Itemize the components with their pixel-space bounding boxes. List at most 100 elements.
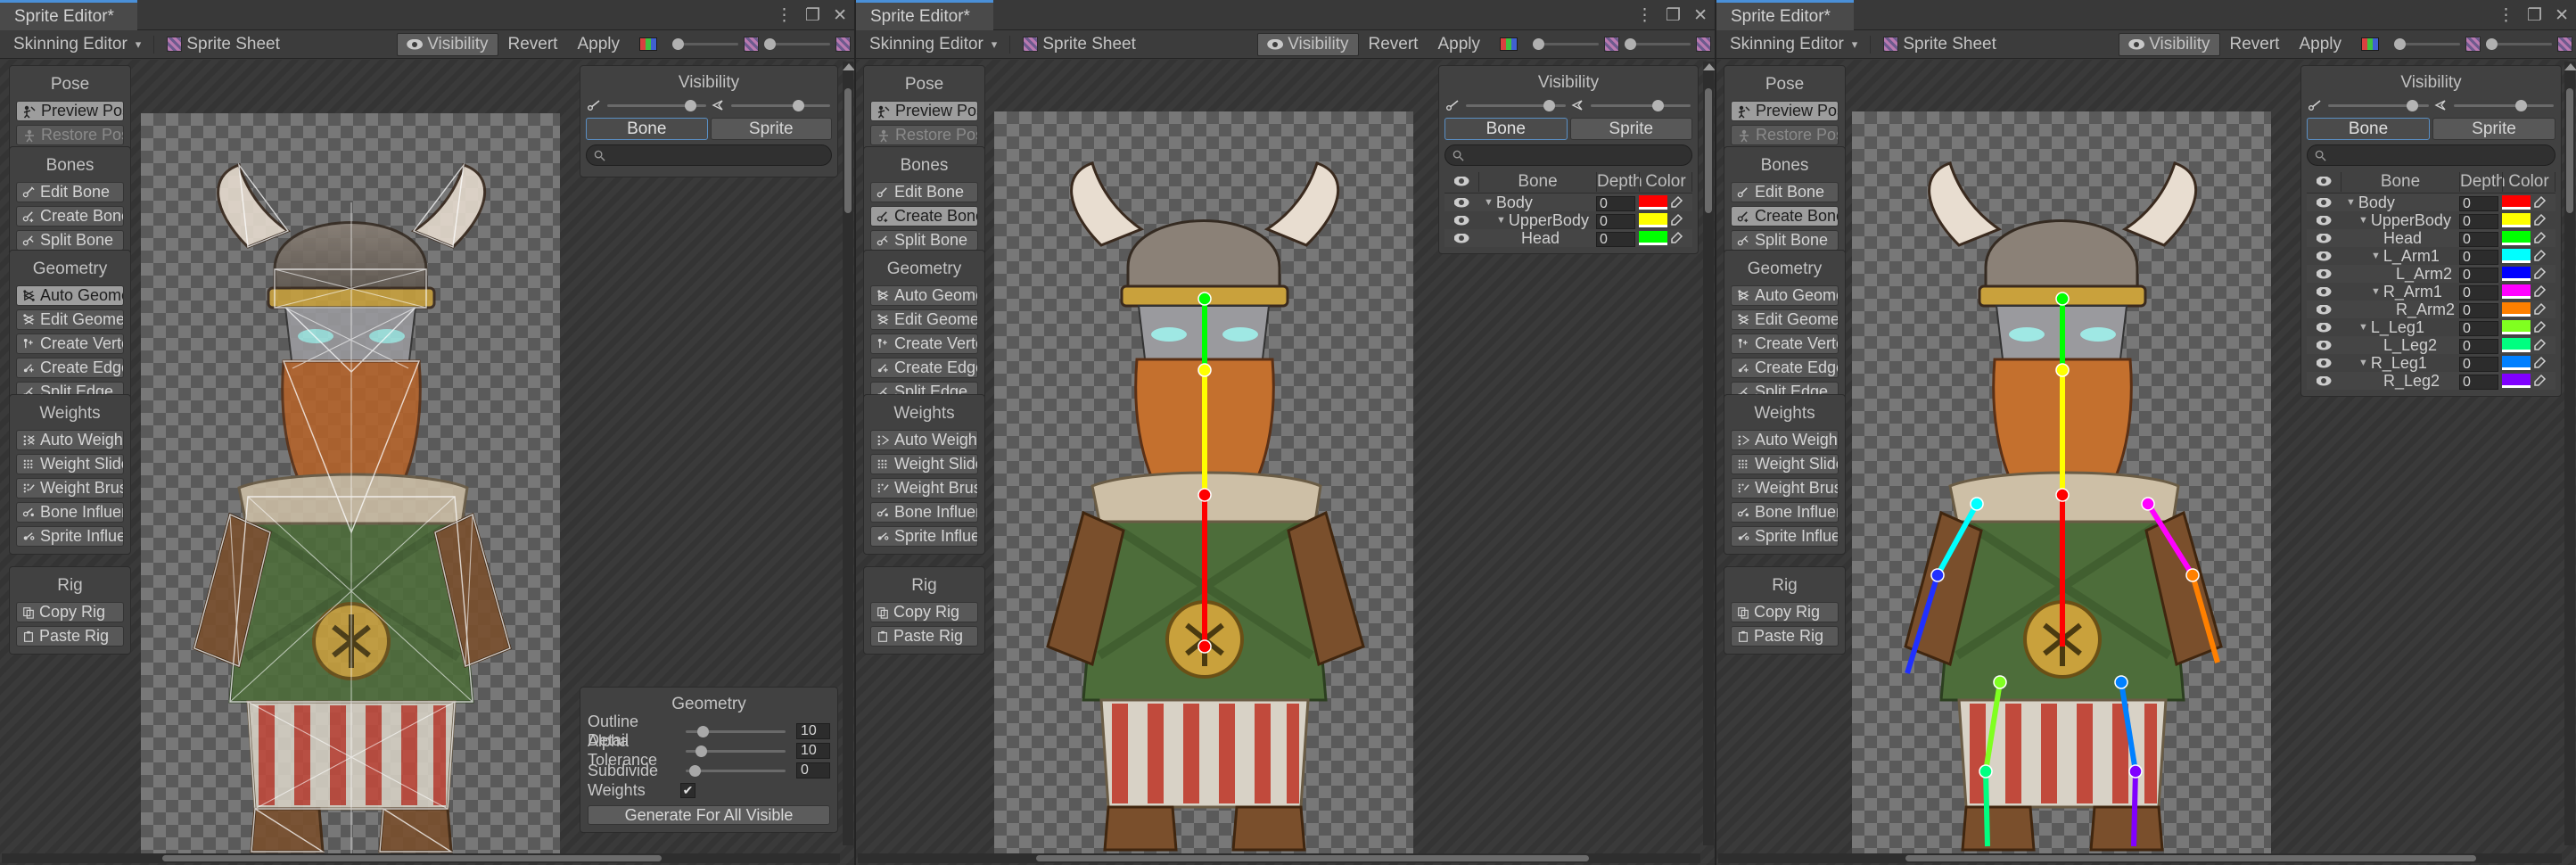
- bone-color-cell[interactable]: [2502, 338, 2555, 352]
- bone-visibility-toggle[interactable]: [2307, 216, 2341, 226]
- bone-depth-field[interactable]: [2459, 318, 2502, 337]
- bone-row[interactable]: R_Leg2: [2307, 372, 2555, 390]
- visibility-search-1[interactable]: [586, 144, 832, 166]
- bone-visibility-toggle[interactable]: [2307, 376, 2341, 386]
- chevron-down-icon[interactable]: ▼: [1484, 197, 1494, 208]
- zoom-slider-b-2[interactable]: [1619, 38, 1696, 50]
- bone-name[interactable]: R_Leg2: [2341, 372, 2459, 391]
- subdivide-slider[interactable]: [686, 764, 786, 777]
- bone-depth-input[interactable]: [2459, 250, 2498, 265]
- bone-row[interactable]: L_Leg2: [2307, 336, 2555, 354]
- header-depth-3[interactable]: Depth: [2459, 171, 2506, 192]
- color-channel-button-2[interactable]: [1490, 32, 1527, 56]
- mode-dropdown-3[interactable]: Skinning Editor: [1720, 32, 1868, 56]
- color-channel-button-1[interactable]: [630, 32, 667, 56]
- restore-pose-button-1[interactable]: Restore Pose: [16, 125, 124, 145]
- generate-for-all-visible-button[interactable]: Generate For All Visible: [588, 805, 830, 825]
- bone-depth-field[interactable]: [1596, 194, 1639, 212]
- split-bone-button-2[interactable]: Split Bone: [870, 230, 978, 251]
- sprite-canvas-2[interactable]: [994, 111, 1413, 859]
- chevron-down-icon[interactable]: ▼: [1496, 215, 1506, 226]
- bone-depth-field[interactable]: [1596, 211, 1639, 230]
- header-eye-icon-3[interactable]: [2307, 172, 2341, 192]
- create-vertex-button-2[interactable]: Create Vertex: [870, 334, 978, 354]
- bone-depth-field[interactable]: [2459, 283, 2502, 301]
- bone-depth-field[interactable]: [2459, 229, 2502, 248]
- chevron-down-icon[interactable]: ▼: [2358, 358, 2368, 368]
- bone-row[interactable]: Head: [2307, 229, 2555, 247]
- header-color-2[interactable]: Color: [1639, 171, 1692, 192]
- bone-name[interactable]: ▼ UpperBody: [2341, 211, 2459, 230]
- bone-color-swatch[interactable]: [1639, 195, 1667, 210]
- window-tab-sprite-editor-2[interactable]: Sprite Editor*: [856, 0, 993, 30]
- tab-bone-3[interactable]: Bone: [2307, 118, 2430, 140]
- bone-depth-input[interactable]: [2459, 268, 2498, 283]
- bone-name[interactable]: Head: [1478, 229, 1596, 248]
- bone-color-swatch[interactable]: [1639, 213, 1667, 227]
- bone-color-swatch[interactable]: [2502, 284, 2531, 299]
- paste-rig-button-3[interactable]: Paste Rig: [1731, 626, 1839, 647]
- vertical-scrollbar-1[interactable]: [843, 62, 853, 845]
- bone-color-swatch[interactable]: [2502, 249, 2531, 263]
- bone-name[interactable]: Head: [2341, 229, 2459, 248]
- edit-geometry-button-1[interactable]: Edit Geometry: [16, 309, 124, 330]
- bone-color-cell[interactable]: [2502, 356, 2555, 370]
- bone-visibility-toggle[interactable]: [1444, 198, 1478, 208]
- header-depth-2[interactable]: Depth: [1596, 171, 1642, 192]
- create-edge-button-1[interactable]: Create Edge: [16, 358, 124, 378]
- bone-visibility-toggle[interactable]: [2307, 305, 2341, 315]
- weight-slider-button-1[interactable]: Weight Slider: [16, 454, 124, 474]
- bone-color-swatch[interactable]: [2502, 231, 2531, 245]
- chevron-down-icon[interactable]: ▼: [2371, 251, 2381, 261]
- alpha-tolerance-value[interactable]: 10: [796, 743, 830, 759]
- bone-row[interactable]: Head: [1444, 229, 1692, 247]
- bone-depth-input[interactable]: [2459, 285, 2498, 301]
- sprite-canvas-1[interactable]: [141, 113, 560, 858]
- bone-color-swatch[interactable]: [2502, 267, 2531, 281]
- apply-button-2[interactable]: Apply: [1428, 32, 1490, 56]
- tab-bone-1[interactable]: Bone: [586, 118, 708, 140]
- sprite-influence-button-1[interactable]: Sprite Influence: [16, 526, 124, 547]
- mode-dropdown-1[interactable]: Skinning Editor: [4, 32, 152, 56]
- preview-pose-button-2[interactable]: Preview Pose: [870, 101, 978, 121]
- split-bone-button-1[interactable]: Split Bone: [16, 230, 124, 251]
- bone-depth-input[interactable]: [2459, 357, 2498, 372]
- bone-depth-input[interactable]: [1596, 196, 1635, 211]
- visibility-search-3[interactable]: [2307, 144, 2555, 166]
- create-vertex-button-3[interactable]: Create Vertex: [1731, 334, 1839, 354]
- bone-row[interactable]: ▼ Body: [1444, 194, 1692, 211]
- bone-row[interactable]: L_Arm2: [2307, 265, 2555, 283]
- bone-color-cell[interactable]: [2502, 302, 2555, 317]
- auto-weights-button-1[interactable]: Auto Weights: [16, 430, 124, 450]
- zoom-slider-a-3[interactable]: [2389, 38, 2465, 50]
- visibility-search-2[interactable]: [1444, 144, 1692, 166]
- revert-button-1[interactable]: Revert: [498, 32, 568, 56]
- bone-opacity-slider-2[interactable]: [1446, 99, 1566, 111]
- bone-name[interactable]: ▼ R_Leg1: [2341, 354, 2459, 373]
- create-edge-button-3[interactable]: Create Edge: [1731, 358, 1839, 378]
- bone-depth-input[interactable]: [2459, 321, 2498, 336]
- sprite-opacity-slider-1[interactable]: [712, 99, 830, 111]
- sprite-canvas-3[interactable]: [1852, 111, 2271, 859]
- zoom-slider-b-1[interactable]: [759, 38, 835, 50]
- weight-brush-button-2[interactable]: Weight Brush: [870, 478, 978, 498]
- bone-color-cell[interactable]: [2502, 320, 2555, 334]
- bone-visibility-toggle[interactable]: [2307, 269, 2341, 279]
- bone-color-cell[interactable]: [1639, 213, 1692, 227]
- bone-visibility-toggle[interactable]: [2307, 251, 2341, 261]
- weights-checkbox[interactable]: ✔: [680, 782, 695, 798]
- bone-depth-input[interactable]: [2459, 232, 2498, 247]
- header-bone-2[interactable]: Bone: [1478, 171, 1596, 192]
- bone-depth-input[interactable]: [1596, 214, 1635, 229]
- bone-influence-button-1[interactable]: Bone Influence: [16, 502, 124, 523]
- window-menu-icon-2[interactable]: ⋮: [1636, 5, 1653, 26]
- zoom-slider-a-2[interactable]: [1527, 38, 1604, 50]
- weight-brush-button-3[interactable]: Weight Brush: [1731, 478, 1839, 498]
- apply-button-1[interactable]: Apply: [567, 32, 630, 56]
- bone-visibility-toggle[interactable]: [1444, 216, 1478, 226]
- outline-detail-value[interactable]: 10: [796, 723, 830, 739]
- tab-sprite-3[interactable]: Sprite: [2432, 118, 2555, 140]
- sprite-sheet-button-2[interactable]: Sprite Sheet: [1013, 32, 1146, 56]
- weight-brush-button-1[interactable]: Weight Brush: [16, 478, 124, 498]
- create-vertex-button-1[interactable]: Create Vertex: [16, 334, 124, 354]
